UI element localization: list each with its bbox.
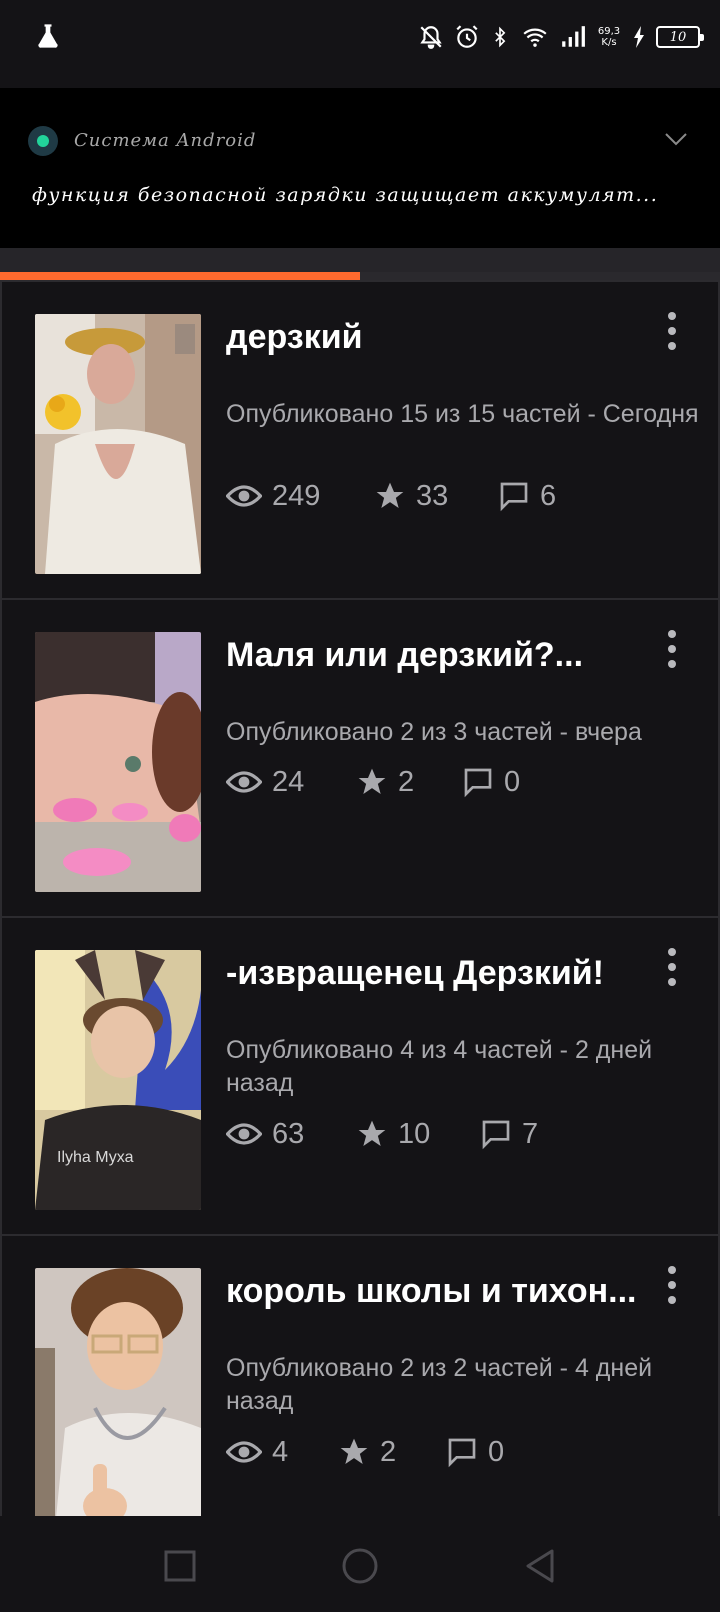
story-meta: Опубликовано 2 из 2 частей - 4 дней наза… bbox=[226, 1354, 653, 1415]
star-icon bbox=[358, 1120, 386, 1146]
more-options-icon[interactable] bbox=[662, 948, 682, 986]
more-options-icon[interactable] bbox=[662, 630, 682, 668]
story-meta: Опубликовано 15 из 15 частей - Сегодня bbox=[226, 400, 699, 428]
comment-count: 7 bbox=[522, 1117, 539, 1150]
view-count: 249 bbox=[272, 479, 321, 512]
view-count: 24 bbox=[272, 765, 305, 798]
story-cover-image[interactable]: Ilyha Муха bbox=[35, 950, 201, 1210]
story-stats: 249 33 6 bbox=[226, 476, 556, 516]
story-title[interactable]: Маля или дерзкий?... bbox=[226, 636, 646, 675]
eye-icon bbox=[226, 1441, 262, 1463]
comment-count: 0 bbox=[504, 765, 521, 798]
eye-icon bbox=[226, 771, 262, 793]
comment-icon bbox=[500, 482, 528, 512]
eye-icon bbox=[226, 1123, 262, 1145]
star-icon bbox=[376, 482, 404, 508]
star-icon bbox=[358, 768, 386, 794]
view-count: 4 bbox=[272, 1435, 289, 1468]
divider bbox=[0, 248, 720, 272]
android-system-icon bbox=[28, 126, 58, 156]
story-cover-image[interactable] bbox=[35, 1268, 201, 1516]
story-title[interactable]: -извращенец Дерзкий! bbox=[226, 954, 646, 993]
bluetooth-icon bbox=[495, 26, 506, 48]
story-title[interactable]: король школы и тихон... bbox=[226, 1272, 646, 1311]
vote-count: 33 bbox=[416, 479, 449, 512]
comment-count: 0 bbox=[488, 1435, 505, 1468]
charging-icon bbox=[634, 26, 644, 48]
battery-icon: 10 bbox=[656, 26, 704, 48]
svg-text:Ilyha Муха: Ilyha Муха bbox=[57, 1149, 134, 1166]
story-card[interactable]: дерзкий Опубликовано 15 из 15 частей - С… bbox=[0, 280, 720, 608]
story-list[interactable]: дерзкий Опубликовано 15 из 15 частей - С… bbox=[0, 280, 720, 1516]
network-speed: 69,3 K/s bbox=[597, 26, 621, 48]
vote-count: 2 bbox=[380, 1435, 397, 1468]
star-icon bbox=[340, 1438, 368, 1464]
story-stats: 24 2 0 bbox=[226, 762, 520, 802]
view-count: 63 bbox=[272, 1117, 305, 1150]
reading-progress-bar bbox=[0, 272, 720, 280]
vote-count: 10 bbox=[398, 1117, 431, 1150]
story-card[interactable]: Ilyha Муха -извращенец Дерзкий! Опублико… bbox=[0, 916, 720, 1244]
more-options-icon[interactable] bbox=[662, 312, 682, 350]
vote-count: 2 bbox=[398, 765, 415, 798]
story-card[interactable]: Маля или дерзкий?... Опубликовано 2 из 3… bbox=[0, 598, 720, 926]
story-card[interactable]: король школы и тихон... Опубликовано 2 и… bbox=[0, 1234, 720, 1516]
bell-off-icon bbox=[420, 26, 442, 49]
signal-icon bbox=[562, 26, 585, 47]
comment-icon bbox=[482, 1120, 510, 1150]
comment-icon bbox=[464, 768, 492, 798]
status-bar: 69,3 K/s 10 bbox=[0, 0, 720, 88]
navigation-bar bbox=[0, 1516, 720, 1612]
wifi-icon bbox=[523, 28, 547, 47]
recent-apps-icon[interactable] bbox=[160, 1546, 200, 1586]
eye-icon bbox=[226, 485, 262, 507]
flask-icon bbox=[38, 24, 58, 48]
back-icon[interactable] bbox=[520, 1546, 560, 1586]
chevron-down-icon[interactable] bbox=[664, 130, 688, 148]
story-cover-image[interactable] bbox=[35, 632, 201, 892]
story-title[interactable]: дерзкий bbox=[226, 318, 646, 357]
more-options-icon[interactable] bbox=[662, 1266, 682, 1304]
story-meta: Опубликовано 4 из 4 частей - 2 дней наза… bbox=[226, 1036, 653, 1097]
comment-icon bbox=[448, 1438, 476, 1468]
system-notification[interactable]: Система Android функция безопасной заряд… bbox=[0, 88, 720, 248]
alarm-icon bbox=[456, 25, 478, 48]
story-stats: 4 2 0 bbox=[226, 1432, 504, 1472]
story-cover-image[interactable] bbox=[35, 314, 201, 574]
notification-message: функция безопасной зарядки защищает акку… bbox=[32, 184, 659, 206]
story-stats: 63 10 7 bbox=[226, 1114, 538, 1154]
story-meta: Опубликовано 2 из 3 частей - вчера bbox=[226, 718, 642, 746]
home-icon[interactable] bbox=[340, 1546, 380, 1586]
comment-count: 6 bbox=[540, 479, 557, 512]
progress-fill bbox=[0, 272, 360, 280]
notification-app-name: Система Android bbox=[74, 130, 257, 151]
